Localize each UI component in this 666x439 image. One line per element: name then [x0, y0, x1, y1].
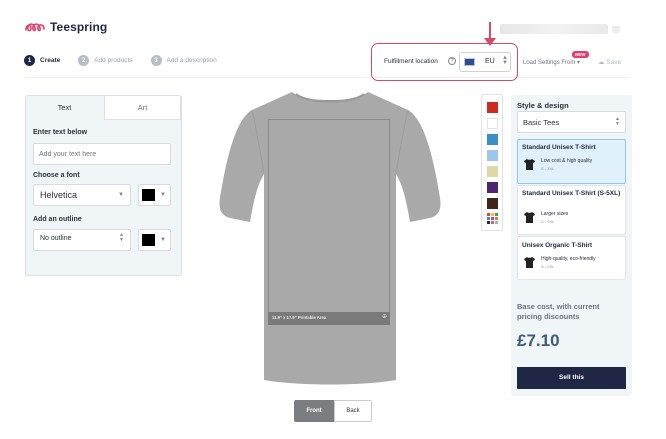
product-desc: High-quality, eco-friendly [541, 256, 596, 262]
style-select-value: Basic Tees [523, 118, 560, 127]
step-number: 1 [24, 55, 35, 66]
product-sizes: S - 2XL [541, 264, 555, 269]
brand-logo[interactable]: Teespring [24, 20, 107, 34]
progress-steps: 1 Create 2 Add products 3 Add a descript… [24, 55, 235, 66]
account-chevron-icon[interactable] [612, 26, 620, 33]
product-name: Standard Unisex T-Shirt [522, 144, 596, 151]
shirt-color-palette [481, 94, 503, 231]
sell-this-button[interactable]: Sell this [517, 367, 626, 389]
style-design-title: Style & design [517, 101, 569, 110]
eu-flag-icon [464, 58, 475, 66]
product-name: Standard Unisex T-Shirt (S-5XL) [522, 190, 621, 197]
product-desc: Larger sizes [541, 211, 569, 217]
annotation-arrow-head-icon [484, 38, 496, 46]
product-sizes: S - 5XL [541, 219, 555, 224]
fulfillment-location-value: EU [485, 58, 495, 65]
load-settings-label: Load Settings From [523, 60, 576, 66]
printable-area[interactable] [268, 119, 390, 325]
new-badge: NEW [572, 51, 589, 58]
product-name: Unisex Organic T-Shirt [522, 242, 593, 249]
step-create[interactable]: 1 Create [24, 55, 60, 66]
zoom-icon[interactable]: ⊕ [382, 313, 387, 320]
help-icon[interactable]: ? [448, 57, 456, 65]
select-updown-icon: ▲ ▼ [615, 116, 620, 127]
add-outline-label: Add an outline [33, 216, 82, 223]
color-swatch-natural[interactable] [487, 166, 498, 177]
save-label: Save [606, 59, 622, 66]
color-swatch-brown[interactable] [487, 198, 498, 209]
step-label: Add a description [166, 57, 217, 64]
font-color-swatch [142, 189, 155, 201]
printable-area-label: 11.9" x 17.9" Printable Area [272, 315, 327, 320]
chevron-down-icon: ▼ [118, 192, 124, 198]
text-input[interactable] [33, 143, 171, 165]
tshirt-icon [524, 159, 535, 170]
step-add-products[interactable]: 2 Add products [78, 55, 133, 66]
step-label: Create [40, 57, 61, 64]
save-button[interactable]: ☁ Save [598, 58, 621, 66]
product-sizes: S - 3XL [541, 166, 555, 171]
more-colors-icon[interactable] [487, 213, 498, 224]
color-swatch-light-blue[interactable] [487, 150, 498, 161]
chevron-down-icon: ▼ [160, 237, 166, 243]
select-updown-icon: ▲ ▼ [119, 232, 124, 243]
fulfillment-label: Fulfillment location [384, 58, 438, 65]
product-desc: Low cost & high quality [541, 158, 593, 164]
step-add-description[interactable]: 3 Add a description [150, 55, 217, 66]
tshirt-icon [524, 212, 535, 223]
choose-font-label: Choose a font [33, 172, 80, 179]
outline-color-swatch [142, 234, 155, 246]
font-select-value: Helvetica [40, 190, 78, 200]
base-cost-price: £7.10 [517, 331, 560, 350]
color-swatch-red[interactable] [487, 102, 498, 113]
teespring-logo-icon [25, 23, 45, 32]
tab-art[interactable]: Art [104, 95, 181, 120]
step-label: Add products [94, 57, 133, 64]
step-number: 3 [150, 55, 162, 66]
enter-text-label: Enter text below [33, 129, 88, 136]
load-settings-dropdown[interactable]: Load Settings From ▾ [523, 59, 580, 66]
header-divider [24, 77, 630, 78]
color-swatch-white[interactable] [487, 118, 498, 129]
chevron-down-icon: ▼ [160, 192, 166, 198]
front-view-button[interactable]: Front [294, 400, 334, 422]
select-updown-icon: ▲ ▼ [502, 55, 508, 66]
step-number: 2 [78, 55, 90, 66]
outline-select-value: No outline [40, 235, 72, 242]
chevron-down-icon: ▾ [577, 60, 581, 66]
tab-text[interactable]: Text [26, 96, 103, 120]
back-view-button[interactable]: Back [334, 400, 372, 422]
base-cost-label: Base cost, with current pricing discount… [517, 302, 600, 321]
account-menu[interactable] [500, 24, 608, 34]
color-swatch-blue[interactable] [487, 134, 498, 145]
tshirt-icon [524, 257, 535, 268]
color-swatch-purple[interactable] [487, 182, 498, 193]
brand-name: Teespring [50, 20, 108, 34]
